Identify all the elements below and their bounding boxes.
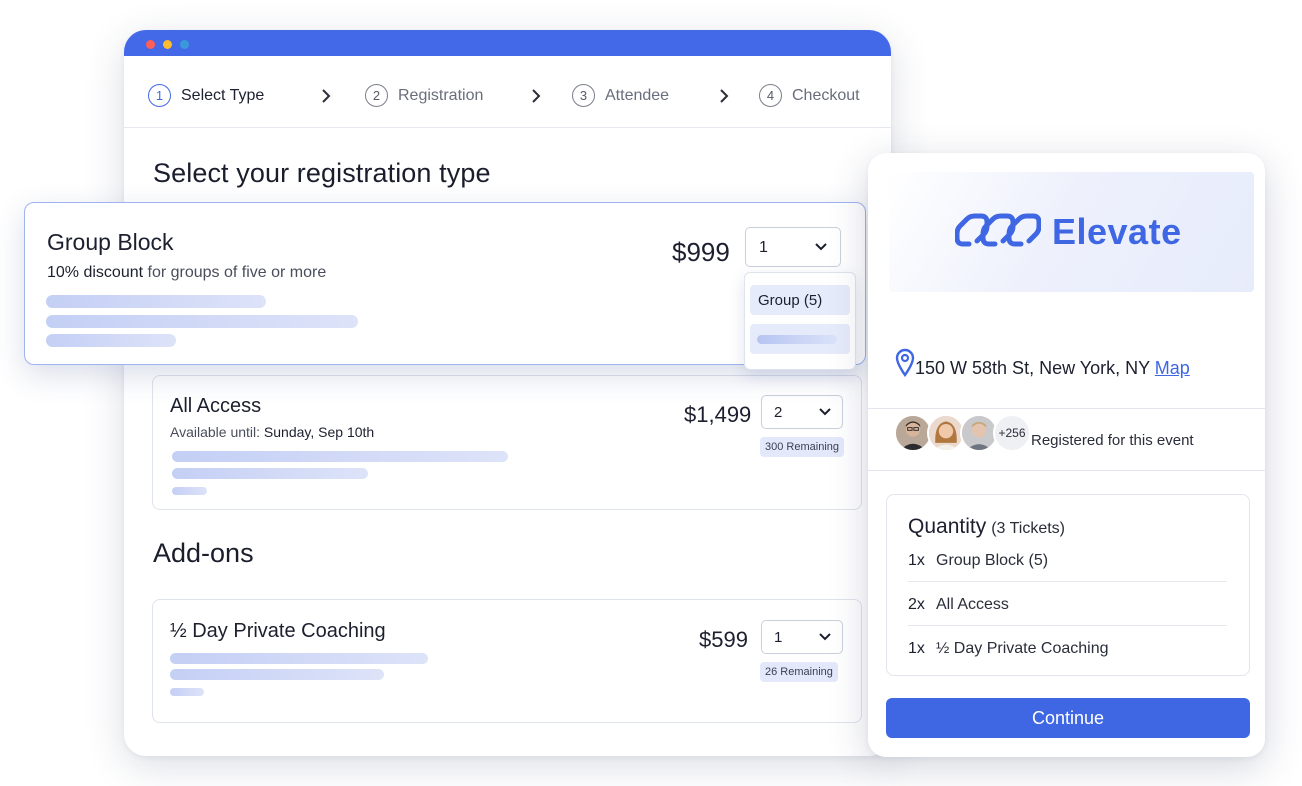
summary-item: 2x All Access [908, 596, 1009, 614]
minimize-dot[interactable] [163, 40, 172, 49]
item-label: Group Block (5) [936, 552, 1049, 569]
location-pin-icon [895, 348, 915, 377]
discount-amount: 10% discount [47, 264, 144, 281]
maximize-dot[interactable] [180, 40, 189, 49]
stepper: 1 Select Type 2 Registration 3 Attendee … [124, 56, 891, 128]
availability-date: Sunday, Sep 10th [263, 424, 375, 440]
event-address: 150 W 58th St, New York, NY Map [915, 358, 1190, 379]
discount-description: for groups of five or more [143, 264, 327, 281]
availability-label: Available until: [170, 424, 264, 440]
skeleton-line [46, 295, 266, 308]
quantity-value: 1 [774, 629, 783, 646]
item-count: 2x [908, 596, 925, 613]
chevron-right-icon [720, 89, 729, 103]
divider [868, 470, 1265, 471]
remaining-badge: 26 Remaining [760, 662, 838, 682]
chevron-right-icon [322, 89, 331, 103]
step-number: 2 [365, 84, 388, 107]
addons-heading: Add-ons [153, 538, 254, 568]
skeleton-line [172, 451, 508, 462]
quantity-summary: Quantity (3 Tickets) 1x Group Block (5) 2x… [886, 494, 1250, 676]
dropdown-option-placeholder[interactable] [750, 324, 850, 354]
skeleton-line [170, 669, 384, 680]
quantity-select[interactable]: 1 [745, 227, 841, 267]
window-titlebar [124, 30, 891, 56]
registered-text: Registered for this event [1031, 432, 1194, 449]
registration-window: 1 Select Type 2 Registration 3 Attendee … [124, 30, 891, 756]
step-label: Attendee [605, 86, 670, 104]
dropdown-option-group[interactable]: Group (5) [750, 285, 850, 315]
ticket-discount: 10% discount for groups of five or more [47, 264, 326, 282]
ticket-name: Group Block [47, 229, 174, 255]
ticket-card-group-block[interactable]: Group Block 10% discount for groups of f… [24, 202, 866, 365]
chevron-down-icon [815, 243, 827, 251]
event-summary-panel: Elevate 150 W 58th St, New York, NY Map … [868, 153, 1265, 757]
ticket-price: $1,499 [684, 402, 752, 427]
step-number: 1 [148, 84, 171, 107]
addon-name: ½ Day Private Coaching [170, 620, 386, 642]
step-checkout[interactable]: 4 Checkout [759, 84, 860, 107]
step-select-type[interactable]: 1 Select Type [148, 84, 264, 107]
summary-item: 1x ½ Day Private Coaching [908, 640, 1109, 658]
close-dot[interactable] [146, 40, 155, 49]
quantity-heading: Quantity [908, 515, 987, 538]
ticket-card-all-access[interactable]: All Access Available until: Sunday, Sep … [152, 375, 862, 510]
step-label: Checkout [792, 86, 860, 104]
skeleton-line [46, 315, 358, 328]
item-label: ½ Day Private Coaching [936, 640, 1109, 657]
step-label: Registration [398, 86, 484, 104]
item-count: 1x [908, 640, 925, 657]
more-attendees-count[interactable]: +256 [993, 414, 1031, 452]
quantity-value: 1 [759, 239, 768, 256]
address-text: 150 W 58th St, New York, NY [915, 358, 1155, 378]
step-attendee[interactable]: 3 Attendee [572, 84, 669, 107]
summary-item: 1x Group Block (5) [908, 552, 1048, 570]
map-link[interactable]: Map [1155, 358, 1190, 378]
item-count: 1x [908, 552, 925, 569]
ticket-name: All Access [170, 395, 262, 417]
step-registration[interactable]: 2 Registration [365, 84, 483, 107]
chevron-right-icon [532, 89, 541, 103]
quantity-select[interactable]: 2 [761, 395, 843, 429]
ticket-price: $999 [672, 237, 730, 267]
brand-name: Elevate [1052, 211, 1182, 252]
step-label: Select Type [181, 86, 265, 104]
continue-button[interactable]: Continue [886, 698, 1250, 738]
quantity-title: Quantity (3 Tickets) [908, 515, 1065, 539]
divider [908, 581, 1227, 582]
ticket-count: (3 Tickets) [991, 520, 1066, 537]
addon-card-coaching[interactable]: ½ Day Private Coaching $599 1 26 Remaini… [152, 599, 862, 723]
skeleton-line [172, 487, 207, 495]
quantity-value: 2 [774, 404, 783, 421]
quantity-dropdown-menu: Group (5) [744, 272, 856, 370]
skeleton-line [172, 468, 368, 479]
quantity-select[interactable]: 1 [761, 620, 843, 654]
chevron-down-icon [819, 408, 831, 416]
step-number: 3 [572, 84, 595, 107]
chevron-down-icon [819, 633, 831, 641]
addon-price: $599 [699, 627, 748, 652]
step-number: 4 [759, 84, 782, 107]
skeleton-line [170, 688, 204, 696]
skeleton-line [46, 334, 176, 347]
remaining-badge: 300 Remaining [760, 437, 844, 457]
divider [868, 408, 1265, 409]
skeleton-line [170, 653, 428, 664]
page-title: Select your registration type [153, 158, 491, 188]
elevate-logo-icon [955, 213, 1041, 247]
ticket-availability: Available until: Sunday, Sep 10th [170, 424, 374, 440]
item-label: All Access [936, 596, 1009, 613]
divider [908, 625, 1227, 626]
